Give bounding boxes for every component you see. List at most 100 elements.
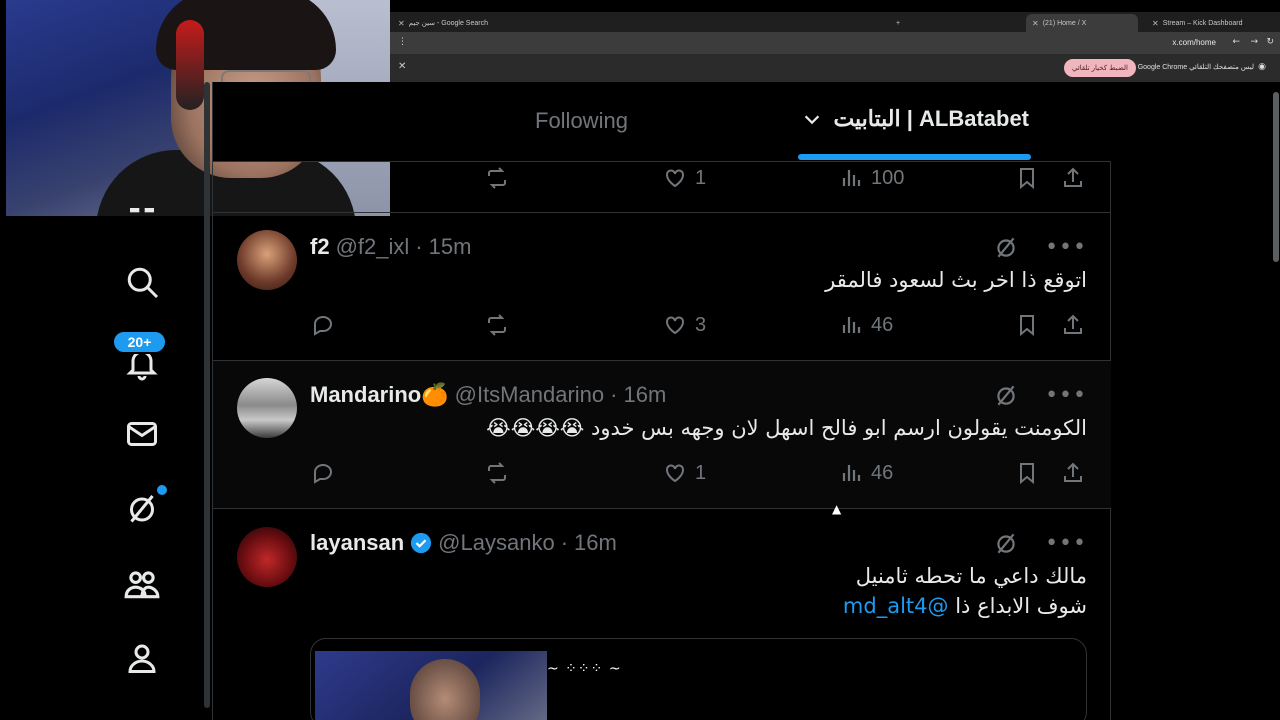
tweet[interactable]: Mandarino🍊 @ItsMandarino · 16m ••• الكوم…	[213, 361, 1111, 509]
reply-button[interactable]	[311, 313, 335, 337]
display-name[interactable]: layansan	[310, 530, 404, 556]
avatar[interactable]	[237, 527, 297, 587]
tweet-text: الكومنت يقولون ارسم ابو فالح اسهل لان وج…	[486, 416, 1087, 440]
like-button[interactable]: 3	[663, 313, 706, 337]
bookmark-button[interactable]	[1015, 166, 1039, 190]
views-button[interactable]: 100	[839, 166, 904, 190]
home-icon[interactable]	[122, 208, 162, 222]
handle[interactable]: @ItsMandarino	[455, 382, 605, 408]
left-scrollbar[interactable]	[204, 82, 210, 708]
grok-icon[interactable]	[993, 234, 1019, 260]
handle[interactable]: @f2_ixl	[336, 234, 410, 260]
grok-icon[interactable]	[122, 488, 162, 528]
like-count: 1	[695, 461, 707, 484]
share-button[interactable]	[1061, 313, 1085, 337]
back-icon[interactable]: ←	[1232, 37, 1240, 47]
bookmark-icon	[1020, 168, 1034, 190]
left-nav	[0, 208, 208, 720]
close-icon[interactable]: ✕	[398, 19, 405, 28]
url-field[interactable]: x.com/home	[1172, 38, 1216, 47]
retweet-icon	[488, 462, 506, 484]
browser-tab-x-home[interactable]: ✕ (21) Home / X	[1026, 14, 1138, 32]
avatar[interactable]	[237, 230, 297, 290]
more-icon[interactable]: •••	[1045, 235, 1087, 260]
reply-icon	[314, 316, 332, 336]
list-label: البتابيت | ALBatabet	[833, 106, 1029, 131]
retweet-button[interactable]	[485, 166, 509, 190]
browser-tab-kick[interactable]: ✕ Stream – Kick Dashboard	[1146, 14, 1264, 32]
media-thumbnail[interactable]	[315, 651, 547, 720]
forward-icon[interactable]: →	[1250, 37, 1258, 47]
views-icon	[842, 465, 861, 481]
reload-icon[interactable]: ↻	[1266, 37, 1274, 47]
close-icon[interactable]: ✕	[1032, 19, 1039, 28]
more-icon[interactable]: •••	[1045, 383, 1087, 408]
display-name[interactable]: f2	[310, 234, 330, 260]
heart-icon	[666, 316, 684, 335]
display-name[interactable]: Mandarino🍊	[310, 382, 449, 408]
tab-following[interactable]: Following	[535, 108, 628, 134]
tweet-text-fragment: شوف الابداع ذا	[955, 594, 1087, 618]
share-button[interactable]	[1061, 461, 1085, 485]
messages-icon[interactable]	[122, 414, 162, 454]
tweet-actions: 1 100	[213, 166, 1111, 196]
grok-notification-dot	[157, 485, 167, 495]
grok-icon[interactable]	[993, 382, 1019, 408]
tab-label: Stream – Kick Dashboard	[1162, 19, 1243, 27]
separator: ·	[560, 530, 569, 555]
retweet-button[interactable]	[485, 461, 509, 485]
tweet-text: مالك داعي ما تحطه ثامنيل شوف الابداع ذا …	[843, 561, 1087, 621]
close-icon[interactable]: ✕	[398, 61, 406, 72]
profile-icon[interactable]	[122, 638, 162, 678]
reply-icon	[314, 464, 332, 484]
timestamp[interactable]: 16m	[574, 530, 617, 556]
browser-tabstrip: ✕ سين جيم - Google Search ✕ (21) Home / …	[390, 12, 1280, 32]
share-icon	[1064, 314, 1082, 334]
timeline: Following البتابيت | ALBatabet 1 100 f2 …	[212, 82, 1111, 720]
thumbnail-logo: ~ ⁘⁘⁘ ~	[547, 661, 622, 677]
bookmark-icon	[1020, 315, 1034, 337]
timeline-header: Following البتابيت | ALBatabet	[213, 82, 1111, 162]
embedded-media[interactable]: ~ ⁘⁘⁘ ~	[310, 638, 1087, 720]
bookmark-button[interactable]	[1015, 313, 1039, 337]
share-button[interactable]	[1061, 166, 1085, 190]
tweet[interactable]: f2 @f2_ixl · 15m ••• اتوقع ذا اخر بث لسع…	[213, 213, 1111, 361]
more-icon[interactable]: •••	[1045, 531, 1087, 556]
view-count: 46	[871, 461, 894, 484]
menu-dots-icon[interactable]: ⋮	[398, 37, 407, 47]
avatar[interactable]	[237, 378, 297, 438]
tab-list-albatabet[interactable]: البتابيت | ALBatabet	[801, 106, 1029, 132]
reply-button[interactable]	[311, 461, 335, 485]
like-button[interactable]: 1	[663, 461, 706, 485]
grok-icon[interactable]	[993, 530, 1019, 556]
new-tab-button[interactable]: +	[890, 14, 906, 32]
chevron-down-icon[interactable]	[801, 108, 823, 130]
view-count: 46	[871, 313, 894, 336]
tweet-text-line: شوف الابداع ذا @md_alt4	[843, 591, 1087, 621]
like-count: 3	[695, 313, 707, 336]
view-count: 100	[871, 166, 905, 189]
bookmark-button[interactable]	[1015, 461, 1039, 485]
mouse-cursor: ▲	[832, 502, 842, 516]
tweet-top-icons: •••	[993, 234, 1087, 260]
timestamp[interactable]: 16m	[623, 382, 666, 408]
set-default-button[interactable]: الضبط كخيار تلقائي	[1064, 59, 1136, 77]
tweet-top-icons: •••	[993, 530, 1087, 556]
views-button[interactable]: 46	[839, 461, 893, 485]
browser-tab-google[interactable]: ✕ سين جيم - Google Search	[392, 14, 512, 32]
timestamp[interactable]: 15m	[429, 234, 472, 260]
page-scrollbar[interactable]	[1273, 92, 1279, 262]
handle[interactable]: @Laysanko	[438, 530, 555, 556]
views-button[interactable]: 46	[839, 313, 893, 337]
share-icon	[1064, 167, 1082, 187]
tab-label: (21) Home / X	[1042, 19, 1087, 27]
search-icon[interactable]	[122, 262, 162, 302]
heart-icon	[666, 169, 684, 188]
retweet-icon	[488, 167, 506, 189]
close-icon[interactable]: ✕	[1152, 19, 1159, 28]
retweet-button[interactable]	[485, 313, 509, 337]
communities-icon[interactable]	[122, 564, 162, 604]
mention-link[interactable]: @md_alt4	[843, 594, 949, 618]
address-bar: ⋮ x.com/home ← → ↻	[390, 32, 1280, 54]
like-button[interactable]: 1	[663, 166, 706, 190]
